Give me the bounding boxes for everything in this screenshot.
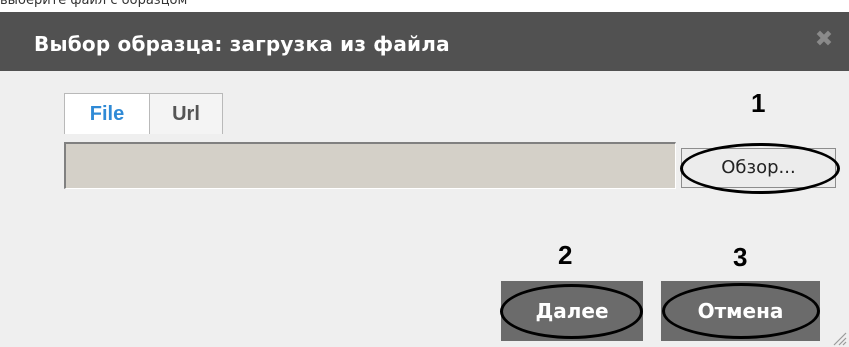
top-caption-text: выберите файл с образцом xyxy=(0,0,188,8)
file-path-input[interactable] xyxy=(64,142,676,189)
callout-number-1: 1 xyxy=(751,88,766,118)
cancel-button[interactable]: Отмена xyxy=(661,281,820,341)
resize-grip-icon[interactable] xyxy=(831,330,847,346)
dialog-title: Выбор образца: загрузка из файла xyxy=(34,32,450,56)
select-sample-dialog: Выбор образца: загрузка из файла ✖ File … xyxy=(0,12,849,347)
next-button[interactable]: Далее xyxy=(501,281,643,341)
callout-number-3: 3 xyxy=(733,242,748,272)
clipped-top-caption: выберите файл с образцом xyxy=(0,0,849,12)
close-icon[interactable]: ✖ xyxy=(814,29,834,51)
callout-number-2: 2 xyxy=(558,240,573,270)
browse-button[interactable]: Обзор... xyxy=(681,148,836,188)
tab-file[interactable]: File xyxy=(64,93,150,134)
dialog-titlebar[interactable]: Выбор образца: загрузка из файла ✖ xyxy=(0,12,849,71)
tab-url[interactable]: Url xyxy=(149,93,223,134)
